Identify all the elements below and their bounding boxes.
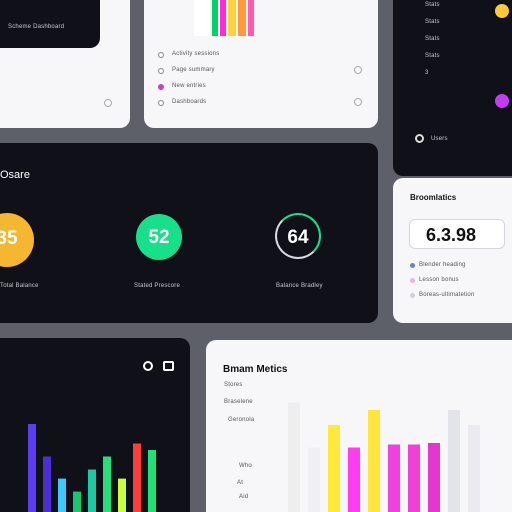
list-item: Stats [425, 19, 440, 25]
metric-value: 6.3.98 [426, 225, 477, 245]
users-card: Stats Stats Stats Stats 3 Users [393, 0, 512, 176]
mini-bar [212, 0, 218, 36]
chart-bar [388, 444, 400, 512]
chart-bar [148, 450, 156, 512]
chart-bar [88, 469, 96, 512]
user-icon [415, 134, 424, 143]
activity-card: Activity sessions Page summary New entri… [144, 0, 378, 128]
legend-label: Blender heading [419, 262, 466, 268]
list-item: Stats [425, 36, 440, 42]
radio-icon [158, 52, 164, 58]
chart-bar [73, 491, 81, 512]
chart-bar [133, 443, 141, 512]
list-item[interactable]: Page summary [158, 66, 368, 82]
chart-bar [118, 478, 126, 512]
chart-bar [288, 402, 300, 512]
mini-bar [228, 0, 236, 36]
list-item: Stats [425, 53, 440, 59]
list-item-label: Page summary [172, 67, 215, 73]
chart-bar [43, 456, 51, 512]
radio-icon [158, 84, 164, 90]
stats-list: Stats Stats Stats Stats 3 [425, 2, 440, 87]
card-title: Broomlatics [410, 193, 457, 202]
legend-swatch [410, 278, 415, 283]
chart-bar [468, 425, 480, 512]
legend-swatch [410, 293, 415, 298]
chevron-right-icon[interactable] [354, 66, 362, 74]
list-item[interactable]: Activity sessions [158, 50, 368, 66]
activity-list: Activity sessions Page summary New entri… [158, 50, 368, 114]
mini-bar [248, 0, 254, 36]
list-item-label: Dashboards [172, 99, 207, 105]
gauge-value: 64 [287, 227, 309, 248]
card-caption: Scheme Dashboard [8, 24, 65, 30]
list-item[interactable]: New entries [158, 82, 368, 98]
gauge-label: Total Balance [0, 283, 39, 289]
radio-icon [158, 100, 164, 106]
gauge-value: 52 [148, 227, 170, 248]
chart-bar [428, 443, 440, 512]
legend-label: Boreas-ultimatetion [419, 292, 475, 298]
legend-label: Lesson bonus [419, 277, 459, 283]
chart-bar [308, 447, 320, 512]
mini-bar [238, 0, 246, 36]
chevron-right-icon[interactable] [104, 99, 112, 107]
chevron-right-icon[interactable] [354, 98, 362, 106]
metrics-card: Broomlatics 6.3.98 Blender heading Lesso… [393, 178, 512, 323]
card-title: Osare [0, 169, 30, 181]
chart-bar [328, 425, 340, 512]
gauge-value: 35 [0, 228, 18, 249]
list-item[interactable]: Dashboards [158, 98, 368, 114]
users-label: Users [431, 136, 448, 142]
chart-bar [58, 478, 66, 512]
chart-bar [408, 444, 420, 512]
list-item: Stats [425, 2, 440, 8]
stream-metrics-card: Bmam Metics Stores Braselene Geronola Wh… [206, 340, 512, 512]
status-dot [495, 4, 509, 18]
chart-bar [448, 410, 460, 512]
mini-bar [194, 0, 210, 36]
chart-bar [103, 456, 111, 512]
chart-bar [368, 410, 380, 512]
gauge-label: Balance Bradley [276, 283, 323, 289]
top-left-card: Scheme Dashboard [0, 0, 100, 48]
list-item-label: New entries [172, 83, 206, 89]
bars-chart [28, 424, 156, 512]
metric-value-box: 6.3.98 [409, 219, 505, 249]
radio-icon [158, 68, 164, 74]
legend-swatch [410, 263, 415, 268]
mini-bar-strip [194, 0, 304, 36]
status-dot [495, 94, 509, 108]
mini-bar [220, 0, 226, 36]
list-item: 3 [425, 70, 429, 76]
stream-chart [288, 402, 480, 512]
scores-card: Osare 35 Total Balance 52 Stated Prescor… [0, 143, 378, 323]
bars-card [0, 338, 190, 512]
gauge-label: Stated Prescore [134, 283, 181, 289]
chart-bar [28, 424, 36, 512]
chart-bar [348, 447, 360, 512]
list-item-label: Activity sessions [172, 51, 220, 57]
